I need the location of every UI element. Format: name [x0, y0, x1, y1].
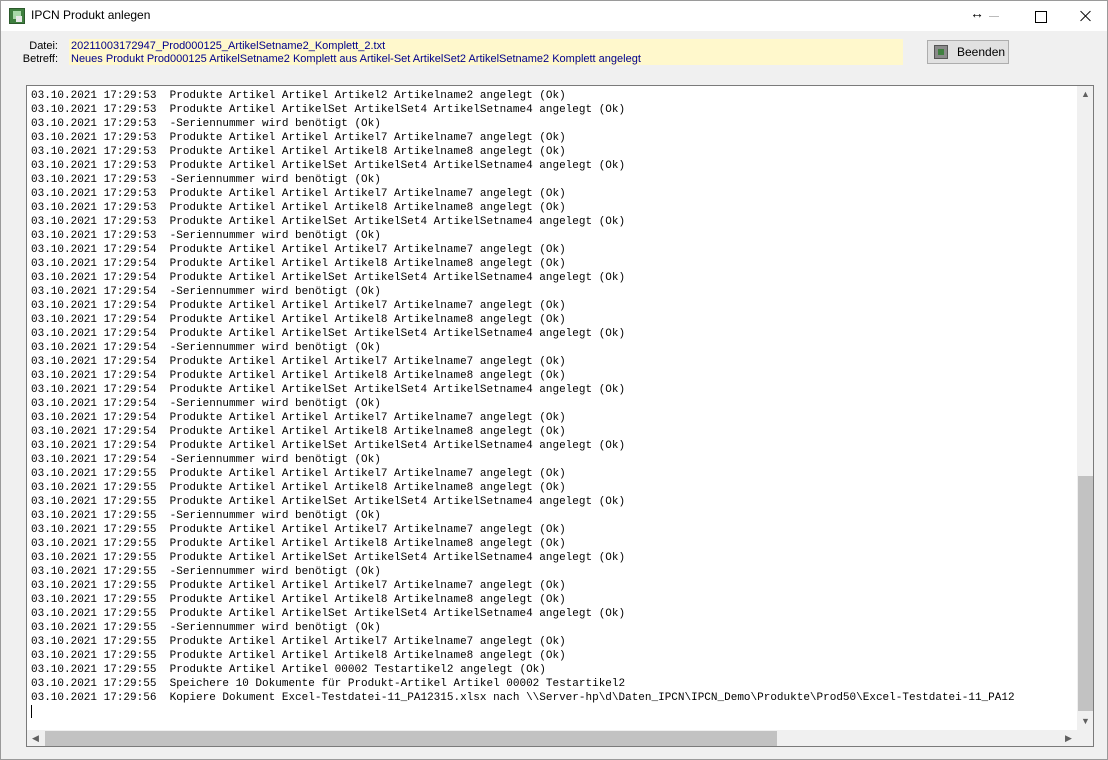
log-line: 03.10.2021 17:29:54 Produkte Artikel Art…	[31, 370, 566, 382]
log-line: 03.10.2021 17:29:54 -Seriennummer wird b…	[31, 454, 381, 466]
chevron-down-icon[interactable]: ▼	[1077, 713, 1093, 730]
minimize-button[interactable]	[971, 1, 1017, 31]
log-line: 03.10.2021 17:29:55 Produkte Artikel Art…	[31, 496, 626, 508]
log-line: 03.10.2021 17:29:54 Produkte Artikel Art…	[31, 244, 566, 256]
log-line: 03.10.2021 17:29:55 Produkte Artikel Art…	[31, 552, 626, 564]
log-content: 03.10.2021 17:29:53 Produkte Artikel Art…	[31, 89, 1075, 705]
log-line: 03.10.2021 17:29:56 Kopiere Dokument Exc…	[31, 692, 1015, 704]
text-caret	[31, 705, 32, 718]
log-line: 03.10.2021 17:29:55 Produkte Artikel Art…	[31, 524, 566, 536]
log-line: 03.10.2021 17:29:55 -Seriennummer wird b…	[31, 622, 381, 634]
log-line: 03.10.2021 17:29:54 Produkte Artikel Art…	[31, 384, 626, 396]
log-line: 03.10.2021 17:29:54 Produkte Artikel Art…	[31, 300, 566, 312]
log-line: 03.10.2021 17:29:54 Produkte Artikel Art…	[31, 328, 626, 340]
log-line: 03.10.2021 17:29:55 Produkte Artikel Art…	[31, 664, 546, 676]
exit-icon	[934, 45, 948, 59]
log-line: 03.10.2021 17:29:53 Produkte Artikel Art…	[31, 132, 566, 144]
log-line: 03.10.2021 17:29:53 Produkte Artikel Art…	[31, 90, 566, 102]
chevron-right-icon[interactable]: ▶	[1060, 730, 1077, 746]
log-line: 03.10.2021 17:29:55 Produkte Artikel Art…	[31, 594, 566, 606]
log-line: 03.10.2021 17:29:55 Produkte Artikel Art…	[31, 468, 566, 480]
log-line: 03.10.2021 17:29:53 Produkte Artikel Art…	[31, 146, 566, 158]
vertical-scroll-thumb[interactable]	[1078, 476, 1093, 711]
log-line: 03.10.2021 17:29:54 -Seriennummer wird b…	[31, 342, 381, 354]
datei-value: 20211003172947_Prod000125_ArtikelSetname…	[71, 40, 386, 52]
log-line: 03.10.2021 17:29:54 Produkte Artikel Art…	[31, 412, 566, 424]
log-line: 03.10.2021 17:29:54 -Seriennummer wird b…	[31, 286, 381, 298]
close-button[interactable]	[1063, 1, 1108, 31]
log-line: 03.10.2021 17:29:53 Produkte Artikel Art…	[31, 188, 566, 200]
log-line: 03.10.2021 17:29:53 -Seriennummer wird b…	[31, 230, 381, 242]
horizontal-scrollbar[interactable]: ◀ ▶	[27, 730, 1077, 746]
betreff-value: Neues Produkt Prod000125 ArtikelSetname2…	[71, 53, 641, 65]
log-line: 03.10.2021 17:29:55 Produkte Artikel Art…	[31, 608, 626, 620]
log-line: 03.10.2021 17:29:54 Produkte Artikel Art…	[31, 258, 566, 270]
log-line: 03.10.2021 17:29:55 Produkte Artikel Art…	[31, 482, 566, 494]
chevron-left-icon[interactable]: ◀	[27, 730, 44, 746]
chevron-up-icon[interactable]: ▲	[1077, 86, 1093, 103]
log-line: 03.10.2021 17:29:55 Produkte Artikel Art…	[31, 538, 566, 550]
log-line: 03.10.2021 17:29:53 Produkte Artikel Art…	[31, 160, 626, 172]
log-line: 03.10.2021 17:29:55 Produkte Artikel Art…	[31, 650, 566, 662]
log-line: 03.10.2021 17:29:54 -Seriennummer wird b…	[31, 398, 381, 410]
log-line: 03.10.2021 17:29:54 Produkte Artikel Art…	[31, 272, 626, 284]
log-line: 03.10.2021 17:29:53 -Seriennummer wird b…	[31, 118, 381, 130]
log-textbox[interactable]: 03.10.2021 17:29:53 Produkte Artikel Art…	[26, 85, 1094, 747]
log-line: 03.10.2021 17:29:53 Produkte Artikel Art…	[31, 216, 626, 228]
log-line: 03.10.2021 17:29:53 Produkte Artikel Art…	[31, 104, 626, 116]
log-line: 03.10.2021 17:29:55 -Seriennummer wird b…	[31, 566, 381, 578]
app-icon	[9, 8, 25, 24]
log-line: 03.10.2021 17:29:54 Produkte Artikel Art…	[31, 314, 566, 326]
beenden-button[interactable]: Beenden	[927, 40, 1009, 64]
maximize-button[interactable]	[1017, 1, 1063, 31]
betreff-label: Betreff:	[22, 53, 58, 65]
datei-label: Datei:	[29, 40, 58, 52]
main-window: IPCN Produkt anlegen ↔ Datei: 2021100317…	[0, 0, 1108, 760]
horizontal-scroll-thumb[interactable]	[45, 731, 777, 746]
log-line: 03.10.2021 17:29:53 -Seriennummer wird b…	[31, 174, 381, 186]
log-line: 03.10.2021 17:29:54 Produkte Artikel Art…	[31, 440, 626, 452]
log-line: 03.10.2021 17:29:55 Produkte Artikel Art…	[31, 580, 566, 592]
log-line: 03.10.2021 17:29:55 Produkte Artikel Art…	[31, 636, 566, 648]
beenden-label: Beenden	[957, 45, 1006, 59]
log-line: 03.10.2021 17:29:54 Produkte Artikel Art…	[31, 426, 566, 438]
log-line: 03.10.2021 17:29:53 Produkte Artikel Art…	[31, 202, 566, 214]
window-title: IPCN Produkt anlegen	[31, 8, 151, 22]
log-line: 03.10.2021 17:29:55 -Seriennummer wird b…	[31, 510, 381, 522]
vertical-scrollbar[interactable]: ▲ ▼	[1077, 86, 1093, 730]
log-line: 03.10.2021 17:29:55 Speichere 10 Dokumen…	[31, 678, 626, 690]
log-line: 03.10.2021 17:29:54 Produkte Artikel Art…	[31, 356, 566, 368]
scrollbar-corner	[1077, 730, 1093, 746]
title-bar[interactable]: IPCN Produkt anlegen ↔	[1, 1, 1107, 31]
